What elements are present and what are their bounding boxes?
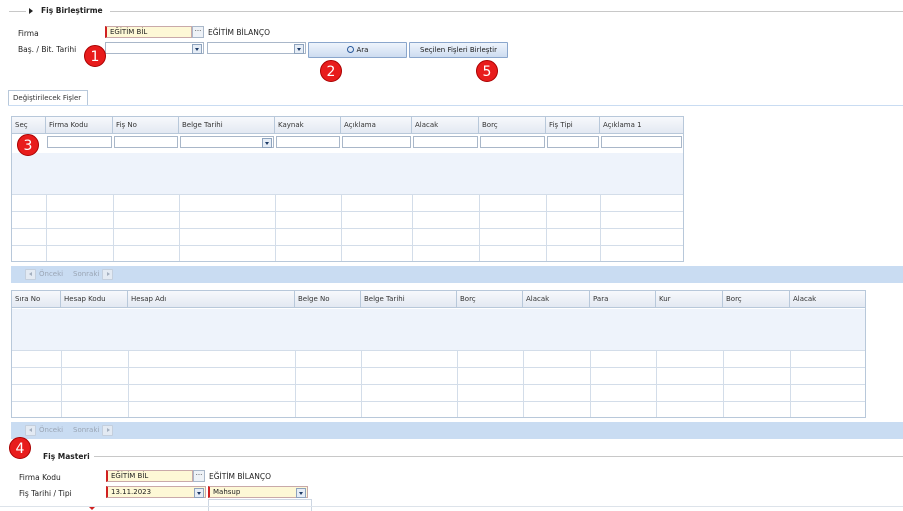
col-header[interactable]: Açıklama 1 <box>600 117 683 134</box>
master-firma-code-field[interactable]: EĞİTİM BİL <box>106 470 193 482</box>
section-title: Fiş Birleştirme <box>41 6 103 15</box>
scroll-indicator-icon <box>89 507 95 510</box>
next-page-button[interactable]: Sonraki <box>73 270 99 278</box>
filter-belge-tarihi[interactable] <box>180 136 274 148</box>
col-header[interactable]: Alacak <box>523 291 590 308</box>
fis-grid-header: Seç Firma Kodu Fiş No Belge Tarihi Kayna… <box>12 117 683 134</box>
firma-label: Firma <box>18 29 39 38</box>
date-type-label: Fiş Tarihi / Tipi <box>19 489 72 498</box>
chevron-down-icon[interactable] <box>194 488 204 498</box>
col-header[interactable]: Borç <box>723 291 790 308</box>
col-header[interactable]: Alacak <box>790 291 865 308</box>
filter-aciklama[interactable] <box>342 136 411 148</box>
firma-kodu-label: Firma Kodu <box>19 473 61 482</box>
col-header[interactable]: Seç <box>12 117 46 134</box>
filter-borc[interactable] <box>480 136 545 148</box>
col-header[interactable]: Firma Kodu <box>46 117 113 134</box>
fis-grid: Seç Firma Kodu Fiş No Belge Tarihi Kayna… <box>11 116 684 262</box>
filter-aciklama-1[interactable] <box>601 136 682 148</box>
filter-kaynak[interactable] <box>276 136 340 148</box>
col-header[interactable]: Alacak <box>412 117 479 134</box>
col-header[interactable]: Borç <box>457 291 523 308</box>
divider <box>9 11 26 12</box>
section-collapse-icon[interactable] <box>29 8 33 14</box>
col-header[interactable]: Kur <box>656 291 723 308</box>
date-range-label: Baş. / Bit. Tarihi <box>18 45 77 54</box>
fis-type-select[interactable]: Mahsup <box>208 486 308 498</box>
fis-date-field[interactable]: 13.11.2023 <box>106 486 206 498</box>
filter-fis-tipi[interactable] <box>547 136 599 148</box>
chevron-down-icon[interactable] <box>296 488 306 498</box>
master-firma-name: EĞİTİM BİLANÇO <box>209 472 271 481</box>
col-header[interactable]: Hesap Adı <box>128 291 295 308</box>
chevron-down-icon[interactable] <box>294 44 304 54</box>
col-header[interactable]: Belge Tarihi <box>361 291 457 308</box>
pager: Önceki Sonraki <box>11 422 903 439</box>
firma-code-field[interactable]: EĞİTİM BİL <box>105 26 192 38</box>
search-icon <box>346 46 354 53</box>
grid-empty-band <box>12 309 865 350</box>
master-title: Fiş Masteri <box>43 452 90 461</box>
master-firma-lookup-button[interactable]: ··· <box>193 470 205 482</box>
firma-name: EĞİTİM BİLANÇO <box>208 28 270 37</box>
detail-grid-header: Sıra No Hesap Kodu Hesap Adı Belge No Be… <box>12 291 865 308</box>
marker-4: 4 <box>9 437 31 459</box>
col-header[interactable]: Hesap Kodu <box>61 291 128 308</box>
filter-alacak[interactable] <box>413 136 478 148</box>
next-page-button[interactable]: Sonraki <box>73 426 99 434</box>
divider <box>110 11 903 12</box>
col-header[interactable]: Borç <box>479 117 546 134</box>
tab-degistirilecek-fisler[interactable]: Değiştirilecek Fişler <box>8 90 88 106</box>
col-header[interactable]: Fiş Tipi <box>546 117 600 134</box>
filter-firma-kodu[interactable] <box>47 136 112 148</box>
marker-1: 1 <box>84 45 106 67</box>
merge-selected-button[interactable]: Seçilen Fişleri Birleştir <box>409 42 508 58</box>
col-header[interactable]: Açıklama <box>341 117 412 134</box>
col-header[interactable]: Kaynak <box>275 117 341 134</box>
marker-3: 3 <box>17 134 39 156</box>
tab-strip-line <box>8 105 903 106</box>
pager: Önceki Sonraki <box>11 266 903 283</box>
chevron-down-icon[interactable] <box>262 138 272 148</box>
next-icon[interactable] <box>102 269 113 280</box>
marker-2: 2 <box>320 60 342 82</box>
dropdown-edge <box>208 499 312 511</box>
col-header[interactable]: Belge No <box>295 291 361 308</box>
start-date-field[interactable] <box>105 42 204 54</box>
filter-row <box>12 134 683 152</box>
prev-icon[interactable] <box>25 269 36 280</box>
search-button[interactable]: Ara <box>308 42 407 58</box>
divider <box>94 456 903 457</box>
chevron-down-icon[interactable] <box>192 44 202 54</box>
col-header[interactable]: Fiş No <box>113 117 179 134</box>
col-header[interactable]: Sıra No <box>12 291 61 308</box>
col-header[interactable]: Belge Tarihi <box>179 117 275 134</box>
filter-fis-no[interactable] <box>114 136 178 148</box>
grid-empty-band <box>12 153 683 194</box>
next-icon[interactable] <box>102 425 113 436</box>
search-button-label: Ara <box>356 46 369 54</box>
prev-icon[interactable] <box>25 425 36 436</box>
firma-lookup-button[interactable]: ··· <box>192 26 204 38</box>
prev-page-button[interactable]: Önceki <box>39 270 63 278</box>
marker-5: 5 <box>476 60 498 82</box>
fis-detail-grid: Sıra No Hesap Kodu Hesap Adı Belge No Be… <box>11 290 866 418</box>
col-header[interactable]: Para <box>590 291 656 308</box>
end-date-field[interactable] <box>207 42 306 54</box>
bottom-divider <box>0 506 903 507</box>
prev-page-button[interactable]: Önceki <box>39 426 63 434</box>
